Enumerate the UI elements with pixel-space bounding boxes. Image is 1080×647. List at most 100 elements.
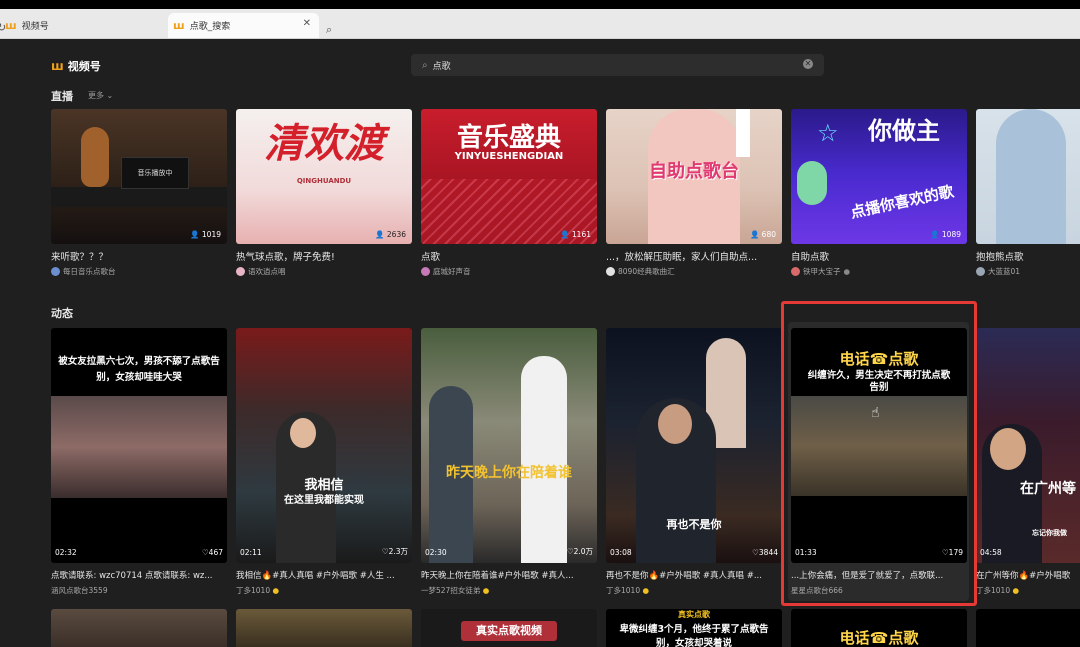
- video-author[interactable]: 丁多1010 ●: [606, 585, 649, 596]
- live-title[interactable]: 来听歌？？？: [51, 249, 227, 263]
- banner: [736, 109, 750, 157]
- video-thumbnail: 卑微纠缠3个月，他终于累了点歌告别，女孩却哭着说 真实点歌: [606, 609, 782, 647]
- clear-icon[interactable]: ✕: [803, 59, 813, 69]
- video-caption: 再也不是你: [666, 518, 722, 531]
- badge-icon: ●: [482, 586, 490, 595]
- overlay-text: 你做主: [868, 117, 940, 145]
- channels-logo-icon: ꟺ: [51, 59, 64, 73]
- star-icon: ☆: [817, 119, 839, 147]
- live-thumbnail: [976, 109, 1080, 244]
- window-top-edge: [0, 0, 1080, 9]
- avatar: [51, 267, 60, 276]
- viewer-count: 👤 1019: [190, 230, 221, 239]
- video-title[interactable]: 我相信🔥#真人真唱 #户外唱歌 #人生 ...: [236, 569, 412, 581]
- video-author[interactable]: 涵风点歌台3559: [51, 585, 108, 596]
- video-author[interactable]: 丁多1010 ●: [236, 585, 279, 596]
- avatar: [791, 267, 800, 276]
- highlight-annotation-box: [781, 301, 977, 606]
- avatar: [976, 267, 985, 276]
- live-title[interactable]: 抱抱熊点歌: [976, 249, 1080, 263]
- video-author[interactable]: 一梦527招女徒弟 ●: [421, 585, 489, 596]
- live-title[interactable]: 点歌: [421, 249, 597, 263]
- video-title[interactable]: 昨天晚上你在陪着谁#户外唱歌 #真人...: [421, 569, 597, 581]
- close-icon[interactable]: ✕: [303, 18, 311, 29]
- author-name: 铁甲大宝子: [803, 267, 841, 276]
- viewer-count: 👤 2636: [375, 230, 406, 239]
- viewer-count-value: 2636: [386, 230, 406, 239]
- video-duration: 02:32: [55, 548, 77, 557]
- live-title[interactable]: 自助点歌: [791, 249, 967, 263]
- author-name: 丁多1010: [606, 586, 641, 595]
- video-thumbnail: [51, 609, 227, 647]
- man-face: [990, 428, 1026, 470]
- live-title[interactable]: ...，放松解压助眠，家人们自助点...: [606, 249, 782, 263]
- video-title[interactable]: 在广州等你🔥#户外唱歌: [976, 569, 1080, 581]
- app-name: 视频号: [67, 60, 101, 73]
- more-link[interactable]: 更多 ⌄: [88, 90, 113, 101]
- singer-face: [290, 418, 316, 448]
- live-author[interactable]: 铁甲大宝子 ●: [791, 266, 850, 277]
- tab-channels[interactable]: ꟺ 视频号: [5, 13, 165, 38]
- video-duration: 04:58: [980, 548, 1002, 557]
- video-title[interactable]: 再也不是你🔥#户外唱歌 #真人真唱 #...: [606, 569, 782, 581]
- more-label: 更多: [88, 91, 104, 100]
- search-bar[interactable]: ⌕ 点歌 ✕: [411, 54, 824, 76]
- mouse-cursor-icon: ☝: [871, 405, 880, 421]
- badge-icon: ●: [272, 586, 280, 595]
- video-duration: 02:30: [425, 548, 447, 557]
- video-caption: 在广州等: [1020, 481, 1076, 497]
- search-icon: ⌕: [422, 59, 428, 71]
- author-name: 一梦527招女徒弟: [421, 586, 481, 595]
- video-caption: 卑微纠缠3个月，他终于累了点歌告别，女孩却哭着说: [619, 624, 769, 647]
- section-title-feed: 动态: [51, 307, 73, 320]
- overlay-subtext: 点播你喜欢的歌: [848, 182, 956, 222]
- video-thumbnail: 被女友拉黑六七次，男孩不舔了点歌告别，女孩却哇哇大哭 02:32 ♡467: [51, 328, 227, 563]
- video-caption: 被女友拉黑六七次，男孩不舔了点歌告别，女孩却哇哇大哭: [58, 356, 220, 383]
- video-subcaption: 忘记你我做: [1032, 529, 1067, 537]
- like-count-value: 2.0万: [573, 547, 593, 556]
- viewer-count: 👤 680: [749, 230, 776, 239]
- host-image: [996, 109, 1066, 244]
- section-title-live: 直播: [51, 90, 73, 103]
- video-duration: 02:11: [240, 548, 262, 557]
- woman-image: [521, 356, 567, 563]
- tab-label: 视频号: [21, 22, 49, 32]
- channels-logo-icon: ꟺ: [173, 19, 185, 32]
- video-title[interactable]: 点歌请联系: wzc70714 点歌请联系: wz...: [51, 569, 227, 581]
- like-count-value: 3844: [758, 548, 778, 557]
- overlay-text: 音乐盛典: [456, 123, 561, 153]
- viewer-count: 👤 1161: [560, 230, 591, 239]
- app-logo[interactable]: ꟺ 视频号: [51, 58, 101, 74]
- live-author[interactable]: 庭城好声音: [421, 266, 471, 277]
- like-count-value: 467: [208, 548, 223, 557]
- viewer-count-value: 1089: [941, 230, 961, 239]
- like-count: ♡2.0万: [566, 547, 593, 556]
- search-input[interactable]: 点歌: [433, 59, 451, 72]
- video-thumbnail: 真实点歌视频: [421, 609, 597, 647]
- live-author[interactable]: 每日音乐点歌台: [51, 266, 116, 277]
- tab-search-results[interactable]: ꟺ 点歌_搜索 ✕: [168, 13, 319, 38]
- video-duration: 03:08: [610, 548, 632, 557]
- video-caption: 真实点歌视频: [461, 621, 557, 641]
- author-name: 丁多1010: [976, 586, 1011, 595]
- overlay-text: 自助点歌台: [649, 161, 739, 182]
- live-author[interactable]: 8090经典歌曲汇: [606, 266, 675, 277]
- tab-label: 点歌_搜索: [189, 22, 231, 32]
- video-author[interactable]: 丁多1010 ●: [976, 585, 1019, 596]
- video-thumbnail: 再也不是你 03:08 ♡3844: [606, 328, 782, 563]
- guitar-image: [81, 127, 109, 187]
- author-name: 语欢逍点唱: [248, 267, 286, 276]
- video-thumbnail: 在广州等 忘记你我做 04:58: [976, 328, 1080, 563]
- like-count: ♡3844: [752, 548, 778, 557]
- viewer-count-value: 680: [761, 230, 776, 239]
- live-author[interactable]: 大蓝蓝01: [976, 266, 1020, 277]
- like-count: ♡467: [201, 548, 223, 557]
- overlay-subtext: YINYUESHENGDIAN: [454, 151, 564, 162]
- live-title[interactable]: 热气球点歌，牌子免费!: [236, 249, 412, 263]
- viewer-count: 👤 1089: [930, 230, 961, 239]
- search-icon[interactable]: ⌕: [326, 23, 332, 37]
- verified-icon: ●: [843, 267, 851, 276]
- badge-icon: ●: [642, 586, 650, 595]
- author-name: 大蓝蓝01: [988, 267, 1021, 276]
- live-author[interactable]: 语欢逍点唱: [236, 266, 286, 277]
